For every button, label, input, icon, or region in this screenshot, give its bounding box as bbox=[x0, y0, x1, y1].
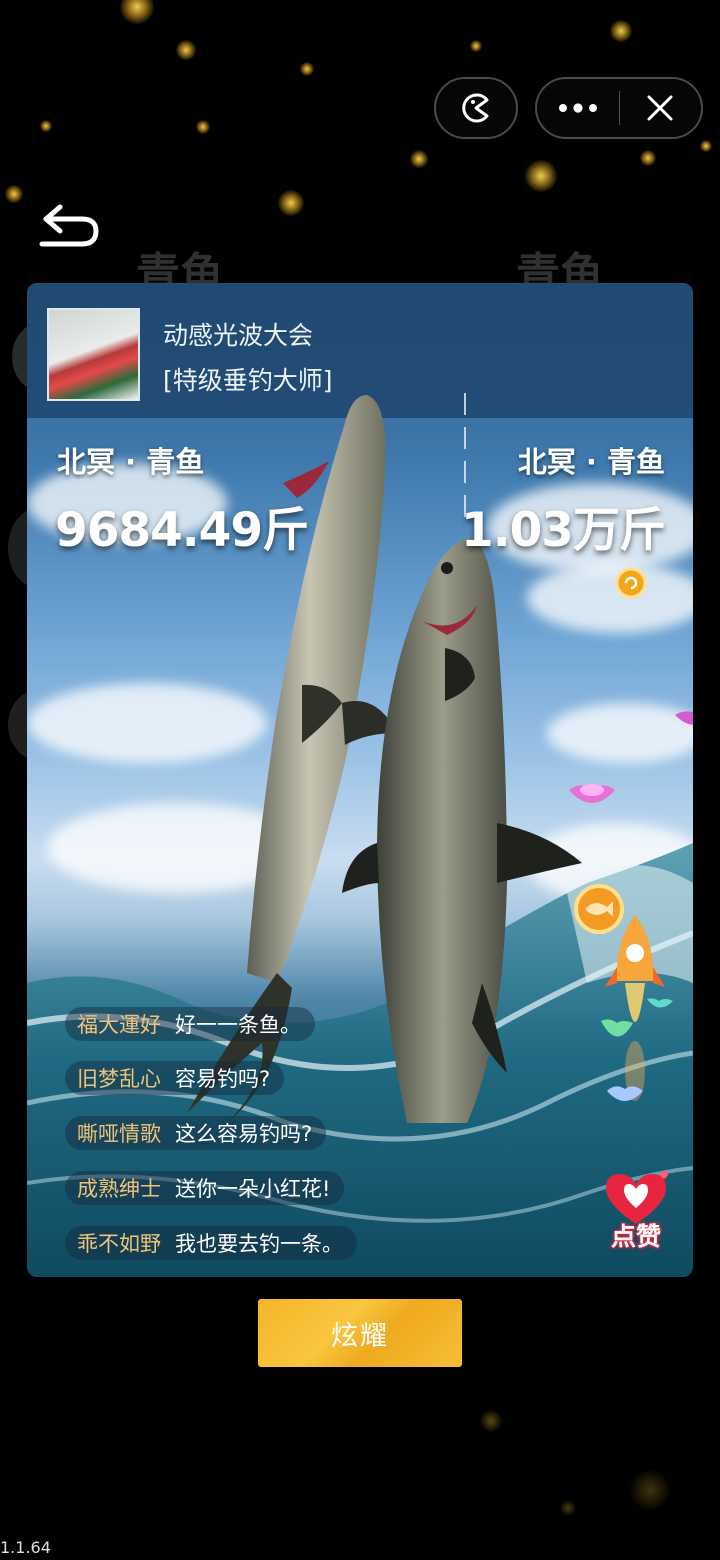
catch-weight-left: 9684.49斤 bbox=[55, 503, 309, 558]
chat-text: 好一一条鱼。 bbox=[175, 1013, 301, 1037]
rocket-icon[interactable] bbox=[595, 911, 675, 1111]
chat-message: 旧梦乱心 容易钓吗? bbox=[65, 1061, 285, 1095]
back-arrow-icon bbox=[39, 204, 99, 247]
back-button[interactable] bbox=[36, 204, 102, 252]
chat-text: 这么容易钓吗? bbox=[175, 1122, 313, 1146]
more-dots-icon bbox=[558, 103, 597, 113]
chat-user: 旧梦乱心 bbox=[77, 1067, 161, 1091]
game-center-capsule[interactable] bbox=[434, 77, 518, 139]
menu-capsule bbox=[535, 77, 703, 139]
chat-text: 送你一朵小红花! bbox=[175, 1177, 331, 1201]
chat-user: 乖不如野 bbox=[77, 1232, 161, 1256]
chat-message: 成熟绅士 送你一朵小红花! bbox=[65, 1171, 345, 1205]
catch-weight-right: 1.03万斤 bbox=[461, 503, 666, 558]
like-label: 点赞 bbox=[610, 1222, 661, 1251]
chat-user: 成熟绅士 bbox=[77, 1177, 161, 1201]
catch-label-right: 北冥 · 青鱼 bbox=[517, 445, 665, 479]
version-label: 1.1.64 bbox=[0, 1538, 51, 1557]
catch-label-left: 北冥 · 青鱼 bbox=[57, 445, 205, 479]
chat-user: 嘶哑情歌 bbox=[77, 1122, 161, 1146]
pacman-icon bbox=[462, 93, 489, 123]
like-button[interactable]: 点赞 bbox=[598, 1170, 674, 1260]
chat-user: 福大運好 bbox=[77, 1013, 161, 1037]
show-off-button[interactable]: 炫耀 bbox=[258, 1299, 462, 1367]
chat-message: 福大運好 好一一条鱼。 bbox=[65, 1007, 315, 1041]
chat-text: 容易钓吗? bbox=[175, 1067, 271, 1091]
chat-message: 嘶哑情歌 这么容易钓吗? bbox=[65, 1116, 327, 1150]
close-button[interactable] bbox=[620, 79, 702, 137]
catch-share-card: 动感光波大会 [特级垂钓大师] 北冥 · 青鱼 9684.49斤 北冥 · 青鱼… bbox=[27, 283, 693, 1277]
close-icon bbox=[647, 95, 673, 121]
more-button[interactable] bbox=[537, 79, 619, 137]
ingot-magenta-icon[interactable] bbox=[673, 705, 693, 735]
ingot-pink-icon[interactable] bbox=[565, 776, 619, 816]
chat-text: 我也要去钓一条。 bbox=[175, 1232, 343, 1256]
chat-message: 乖不如野 我也要去钓一条。 bbox=[65, 1226, 357, 1260]
coin-icon[interactable] bbox=[615, 567, 647, 599]
